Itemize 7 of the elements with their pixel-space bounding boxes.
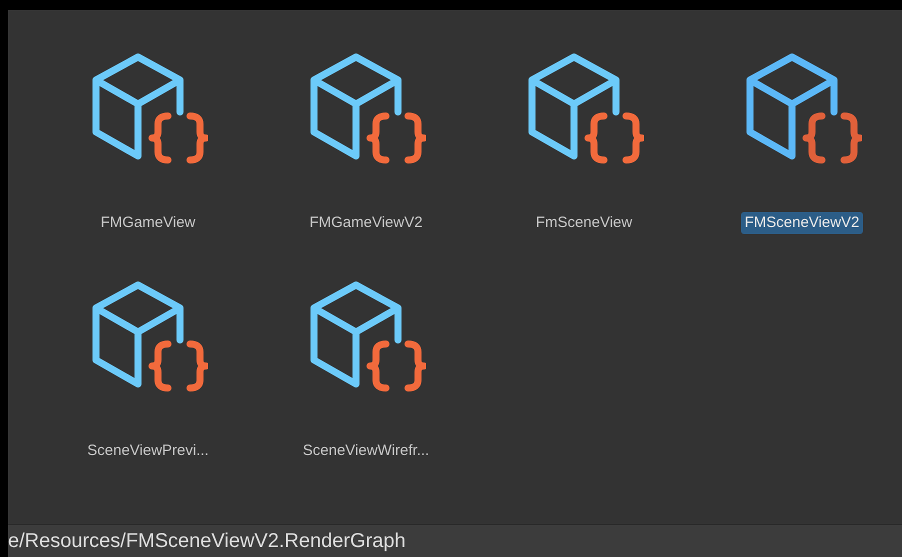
asset-name[interactable]: SceneViewWirefr... (298, 440, 434, 462)
asset-name[interactable]: SceneViewPrevi... (83, 440, 213, 462)
asset-name[interactable]: FMSceneViewV2 (740, 212, 864, 234)
asset-name[interactable]: FmSceneView (532, 212, 636, 234)
asset-path: e/Resources/FMSceneViewV2.RenderGraph (8, 529, 406, 554)
asset-name[interactable]: FMGameView (96, 212, 200, 234)
asset-name[interactable]: FMGameViewV2 (305, 212, 427, 234)
